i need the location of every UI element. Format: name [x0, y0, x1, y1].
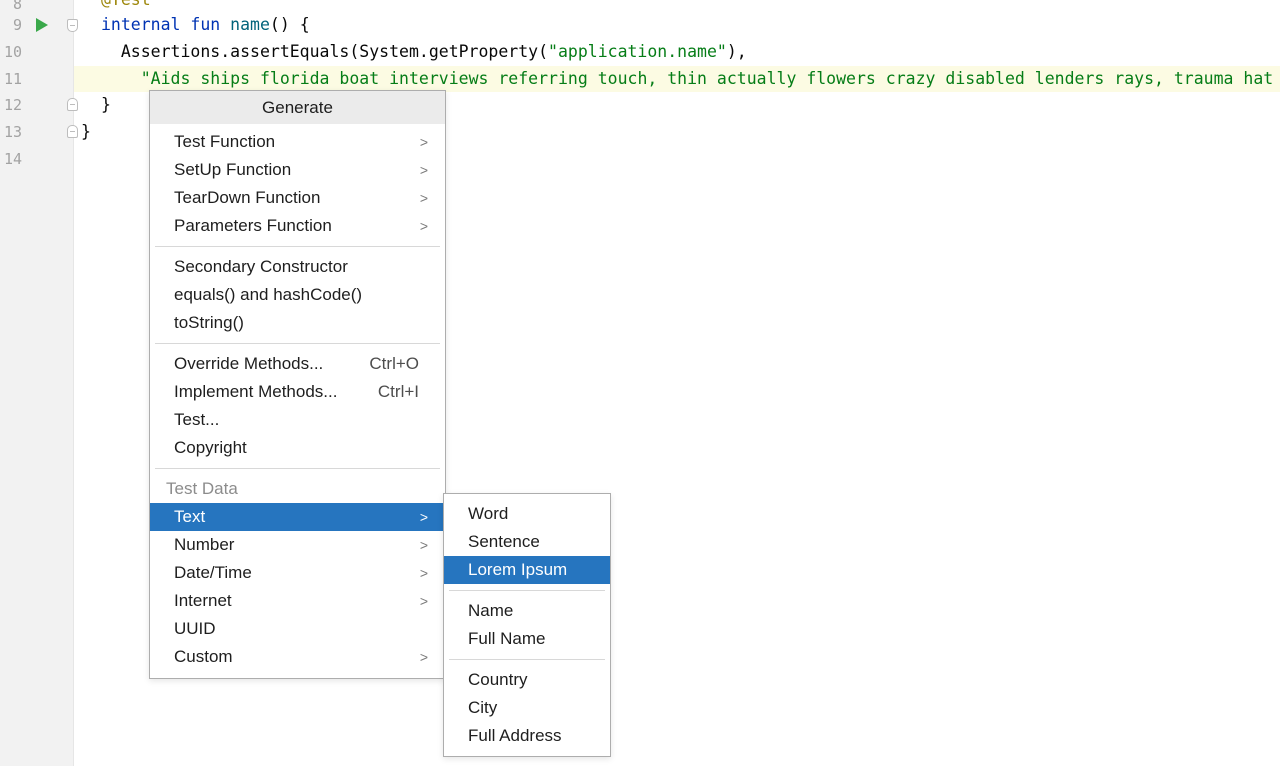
line-number: 14	[3, 150, 22, 168]
menu-item-test[interactable]: Test...	[150, 406, 445, 434]
code-line[interactable]: Assertions.assertEquals(System.getProper…	[74, 39, 1280, 65]
chevron-right-icon: >	[419, 649, 429, 665]
menu-item-label: Test...	[174, 410, 220, 429]
code-text: Assertions.assertEquals(System.getProper…	[120, 42, 549, 61]
menu-item-label: Copyright	[174, 438, 247, 457]
code-text: () {	[269, 15, 310, 34]
submenu-item-city[interactable]: City	[444, 694, 610, 722]
chevron-right-icon: >	[419, 593, 429, 609]
submenu-item-full-name[interactable]: Full Name	[444, 625, 610, 653]
chevron-right-icon: >	[419, 162, 429, 178]
menu-separator	[449, 590, 605, 591]
menu-item-label: Parameters Function	[174, 216, 332, 235]
chevron-right-icon: >	[419, 509, 429, 525]
menu-item-custom[interactable]: Custom >	[150, 643, 445, 671]
menu-item-label: Implement Methods...	[174, 382, 338, 401]
menu-item-label: Lorem Ipsum	[468, 560, 568, 579]
closing-brace: }	[81, 122, 91, 141]
annotation: @Test	[101, 0, 151, 9]
chevron-right-icon: >	[419, 190, 429, 206]
menu-item-label: equals() and hashCode()	[174, 285, 363, 304]
submenu-item-full-address[interactable]: Full Address	[444, 722, 610, 750]
menu-separator	[155, 468, 440, 469]
menu-item-label: SetUp Function	[174, 160, 292, 179]
menu-item-internet[interactable]: Internet >	[150, 587, 445, 615]
submenu-item-word[interactable]: Word	[444, 500, 610, 528]
section-title-test-data: Test Data	[166, 479, 238, 498]
menu-item-text[interactable]: Text >	[150, 503, 445, 531]
submenu-item-sentence[interactable]: Sentence	[444, 528, 610, 556]
chevron-right-icon: >	[419, 218, 429, 234]
menu-item-teardown-function[interactable]: TearDown Function >	[150, 184, 445, 212]
menu-item-date-time[interactable]: Date/Time >	[150, 559, 445, 587]
menu-item-label: Custom	[174, 647, 233, 666]
run-test-icon[interactable]	[36, 18, 48, 32]
menu-item-number[interactable]: Number >	[150, 531, 445, 559]
shortcut-label: Ctrl+I	[377, 382, 419, 401]
closing-brace: }	[101, 95, 111, 114]
menu-item-label: Country	[468, 670, 528, 689]
line-number: 12	[3, 96, 22, 114]
menu-item-label: Text	[174, 507, 206, 526]
menu-item-label: Name	[468, 601, 514, 620]
menu-separator	[449, 659, 605, 660]
menu-item-label: Word	[468, 504, 509, 523]
line-number: 13	[3, 123, 22, 141]
menu-item-equals-hashcode[interactable]: equals() and hashCode()	[150, 281, 445, 309]
menu-item-implement-methods[interactable]: Implement Methods... Ctrl+I	[150, 378, 445, 406]
menu-item-label: Full Name	[468, 629, 546, 648]
menu-item-parameters-function[interactable]: Parameters Function >	[150, 212, 445, 240]
menu-item-test-function[interactable]: Test Function >	[150, 128, 445, 156]
menu-item-label: Test Function	[174, 132, 276, 151]
code-text: ),	[726, 42, 747, 61]
code-line-current[interactable]: "Aids ships florida boat interviews refe…	[74, 66, 1280, 92]
menu-item-label: TearDown Function	[174, 188, 321, 207]
menu-item-label: UUID	[174, 619, 216, 638]
string-literal: "application.name"	[548, 42, 727, 61]
menu-item-copyright[interactable]: Copyright	[150, 434, 445, 462]
line-number: 11	[3, 70, 22, 88]
menu-item-label: toString()	[174, 313, 244, 332]
menu-item-secondary-constructor[interactable]: Secondary Constructor	[150, 253, 445, 281]
chevron-right-icon: >	[419, 537, 429, 553]
menu-separator	[155, 343, 440, 344]
menu-item-uuid[interactable]: UUID	[150, 615, 445, 643]
generate-menu-title: Generate	[150, 91, 445, 124]
menu-item-label: Date/Time	[174, 563, 252, 582]
string-literal: "Aids ships florida boat interviews refe…	[140, 69, 1274, 88]
submenu-item-name[interactable]: Name	[444, 597, 610, 625]
line-number: 9	[12, 16, 22, 34]
function-name: name	[230, 15, 270, 34]
menu-item-setup-function[interactable]: SetUp Function >	[150, 156, 445, 184]
generate-menu: Generate Test Function > SetUp Function > …	[149, 90, 446, 679]
menu-item-label: Internet	[174, 591, 232, 610]
line-number: 10	[3, 43, 22, 61]
text-submenu: Word Sentence Lorem Ipsum Name Full Name…	[443, 493, 611, 757]
submenu-item-country[interactable]: Country	[444, 666, 610, 694]
menu-item-override-methods[interactable]: Override Methods... Ctrl+O	[150, 350, 445, 378]
code-line[interactable]: internal fun name() {	[74, 12, 1280, 38]
menu-separator	[155, 246, 440, 247]
submenu-item-lorem-ipsum[interactable]: Lorem Ipsum	[444, 556, 610, 584]
chevron-right-icon: >	[419, 134, 429, 150]
keyword: fun	[190, 15, 221, 34]
keyword: internal	[101, 15, 181, 34]
menu-item-tostring[interactable]: toString()	[150, 309, 445, 337]
shortcut-label: Ctrl+O	[369, 354, 419, 373]
chevron-right-icon: >	[419, 565, 429, 581]
menu-item-label: Full Address	[468, 726, 562, 745]
menu-item-label: Number	[174, 535, 235, 554]
menu-item-label: City	[468, 698, 498, 717]
menu-item-label: Sentence	[468, 532, 540, 551]
menu-item-label: Override Methods...	[174, 354, 324, 373]
menu-item-label: Secondary Constructor	[174, 257, 348, 276]
editor-gutter: 8 9 10 11 12 13 14	[0, 0, 78, 766]
